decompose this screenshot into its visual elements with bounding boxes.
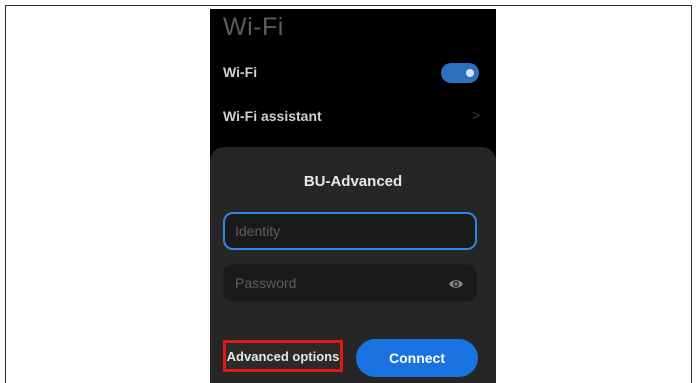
page-title: Wi-Fi — [223, 13, 284, 41]
phone-screen: Wi-Fi Wi-Fi Wi-Fi assistant > BU-Advance… — [210, 9, 496, 383]
advanced-options-button[interactable]: Advanced options — [223, 340, 343, 372]
wifi-toggle[interactable] — [441, 63, 479, 83]
eye-icon[interactable] — [448, 277, 464, 291]
wifi-assistant-label[interactable]: Wi-Fi assistant — [223, 108, 322, 124]
password-field[interactable]: Password — [223, 264, 477, 302]
identity-field[interactable]: Identity — [223, 212, 477, 250]
wifi-setting-label: Wi-Fi — [223, 64, 258, 80]
toggle-knob — [466, 69, 474, 77]
password-placeholder: Password — [235, 275, 297, 291]
connect-button[interactable]: Connect — [356, 339, 478, 377]
network-name: BU-Advanced — [303, 173, 403, 190]
identity-placeholder: Identity — [235, 223, 281, 239]
chevron-right-icon[interactable]: > — [472, 107, 480, 123]
connect-dialog: BU-Advanced Identity Password Advanced o… — [210, 147, 496, 383]
